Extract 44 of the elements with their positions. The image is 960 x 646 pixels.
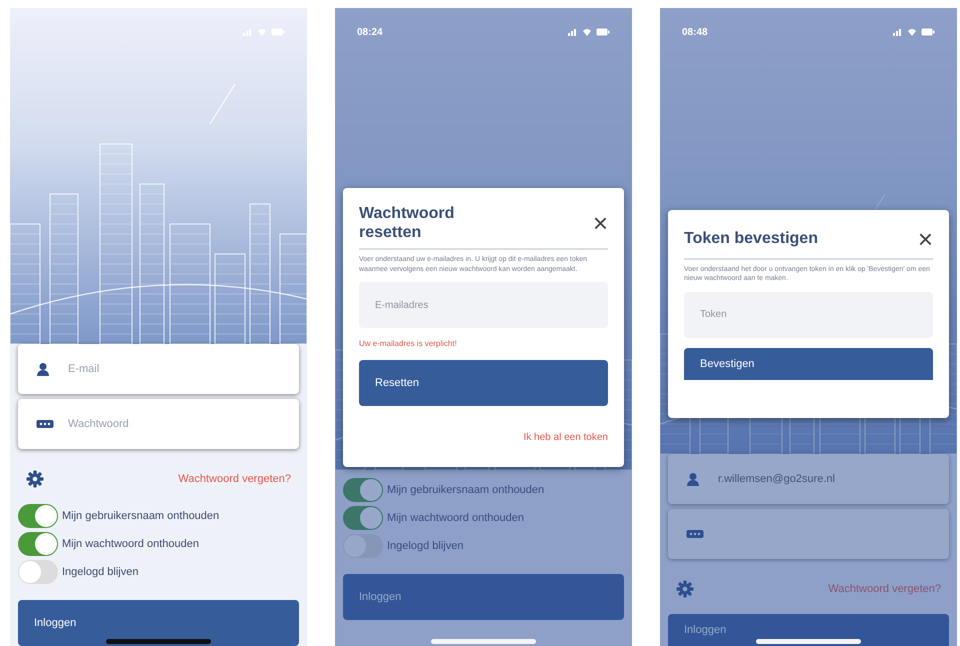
toggle-switch[interactable]: [343, 506, 383, 530]
forgot-password-link[interactable]: Wachtwoord vergeten?: [178, 470, 291, 488]
password-field[interactable]: [668, 509, 949, 559]
status-time: 08:24: [357, 26, 383, 40]
toggle-label: Mijn gebruikersnaam onthouden: [387, 482, 544, 498]
settings-icon[interactable]: [26, 470, 44, 488]
error-message: Uw e-mailadres is verplicht!: [359, 338, 458, 350]
password-dots-icon: [36, 419, 54, 429]
status-time: 08:48: [682, 26, 708, 40]
modal-title: Wachtwoord resetten: [359, 204, 456, 242]
login-button[interactable]: Inloggen: [668, 614, 949, 646]
wifi-icon: [907, 28, 917, 36]
toggle-label: Ingelogd blijven: [62, 564, 138, 580]
email-field[interactable]: E-mail: [18, 344, 299, 394]
forgot-password-link[interactable]: Wachtwoord vergeten?: [828, 580, 941, 598]
input-field[interactable]: Token: [684, 292, 933, 338]
toggle-switch[interactable]: [18, 504, 58, 528]
toggle-switch[interactable]: [343, 478, 383, 502]
toggle-switch[interactable]: [18, 560, 58, 584]
token-link[interactable]: Ik heb al een token: [523, 430, 608, 446]
battery-icon: [921, 28, 935, 36]
password-dots-icon: [686, 529, 704, 539]
modal-title: Token bevestigen: [684, 229, 818, 249]
input-field[interactable]: E-mailadres: [359, 282, 608, 328]
toggle-label: Mijn gebruikersnaam onthouden: [62, 508, 220, 524]
close-button[interactable]: ×: [592, 210, 608, 236]
login-button[interactable]: Inloggen: [18, 600, 299, 646]
email-field[interactable]: r.willemsen@go2sure.nl: [668, 454, 949, 504]
toggle-label: Mijn wachtwoord onthouden: [387, 510, 524, 526]
submit-button[interactable]: Bevestigen: [684, 348, 933, 380]
signal-icon: [893, 28, 903, 36]
battery-icon: [596, 28, 610, 36]
toggle-label: Ingelogd blijven: [387, 538, 464, 554]
close-button[interactable]: ×: [918, 226, 933, 252]
login-button[interactable]: Inloggen: [343, 574, 624, 620]
wifi-icon: [582, 28, 592, 36]
settings-icon[interactable]: [676, 580, 694, 598]
submit-button[interactable]: Resetten: [359, 360, 608, 406]
password-field[interactable]: Wachtwoord: [18, 399, 299, 449]
signal-icon: [568, 28, 578, 36]
toggle-switch[interactable]: [18, 532, 58, 556]
user-icon: [686, 472, 700, 486]
user-icon: [36, 362, 50, 376]
toggle-label: Mijn wachtwoord onthouden: [62, 536, 199, 552]
